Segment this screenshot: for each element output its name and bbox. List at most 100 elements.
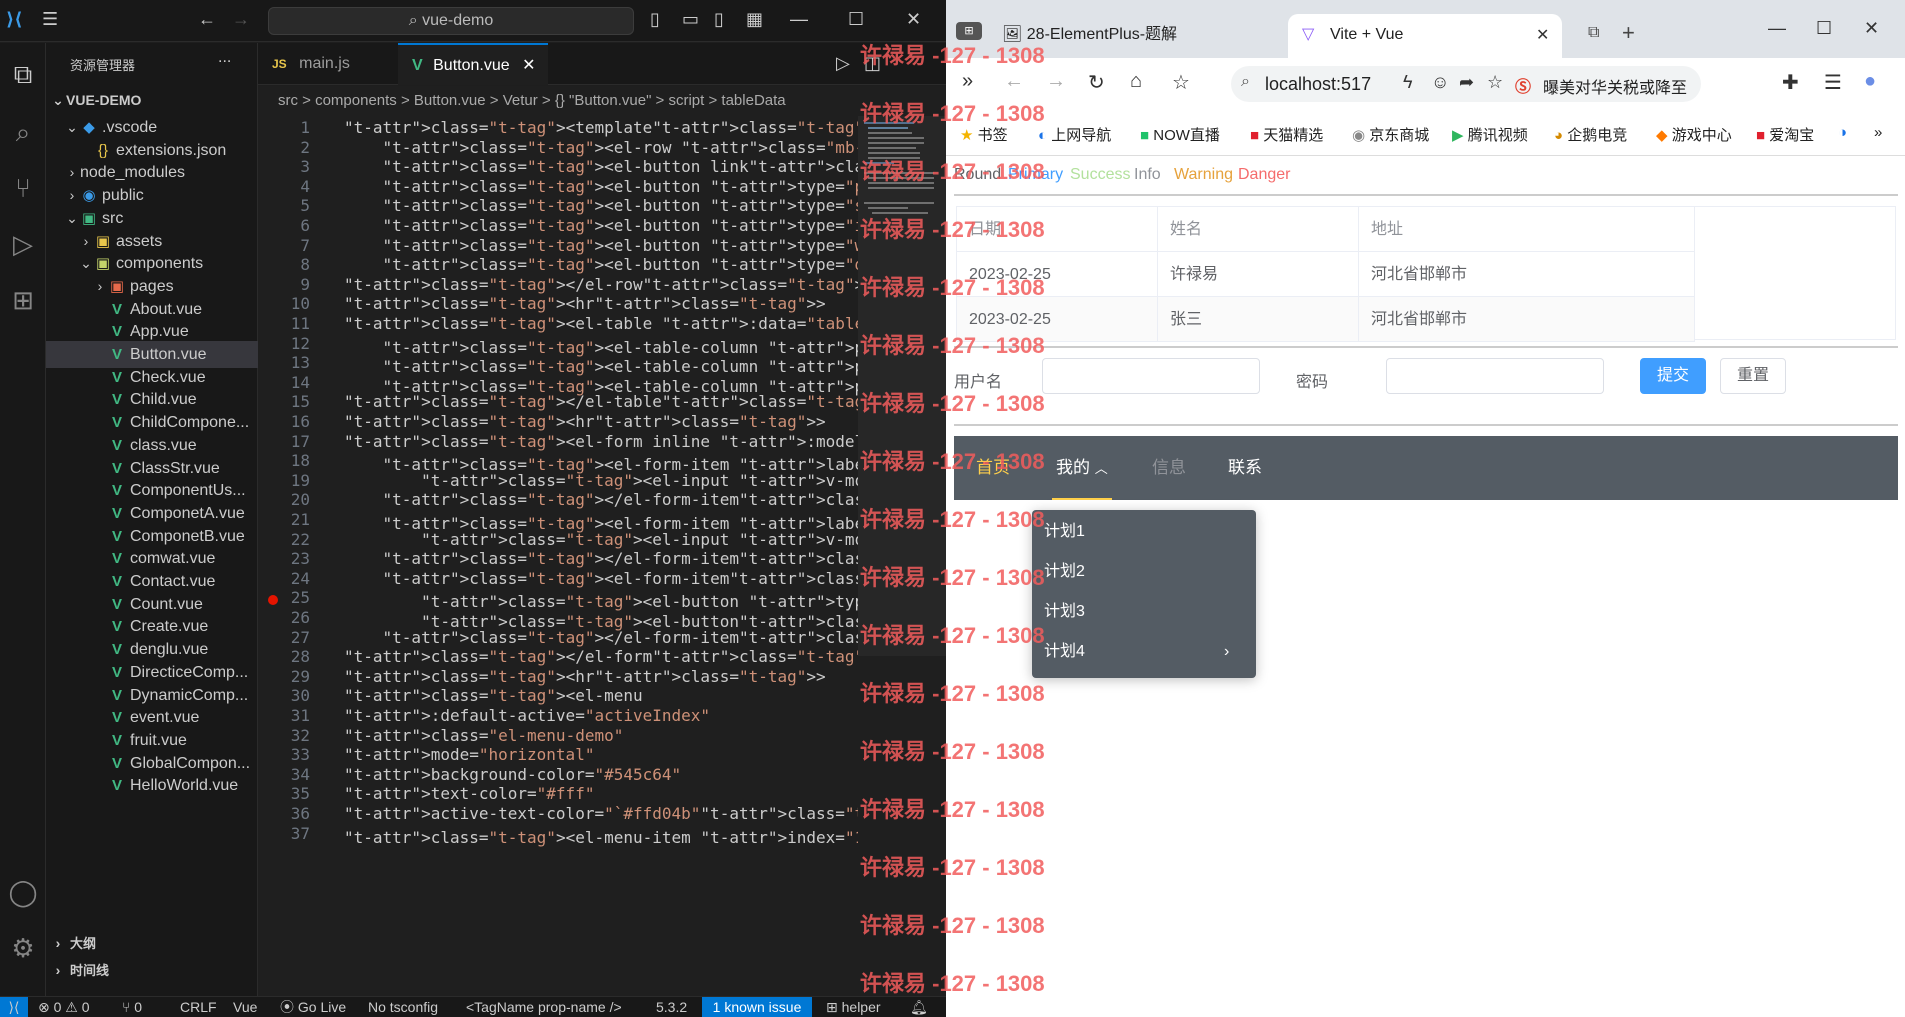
more-actions-icon[interactable]: ... xyxy=(218,49,231,67)
code-line[interactable]: "t-attr">class="t-tag"><el-button link"t… xyxy=(344,157,946,176)
layout-icon[interactable]: ▦ xyxy=(746,9,763,30)
share-icon[interactable]: ➦ xyxy=(1459,72,1474,93)
code-line[interactable]: "t-attr">class="t-tag"><el-button "t-att… xyxy=(344,177,946,196)
tab-groups-icon[interactable]: ⧉ xyxy=(1588,24,1599,42)
close-tab-icon[interactable]: ✕ xyxy=(1536,25,1549,45)
code-line[interactable]: "t-attr">class="t-tag"></el-table"t-attr… xyxy=(344,392,893,411)
search-engine-icon[interactable]: Ⓢ xyxy=(1515,73,1531,97)
source-control-icon[interactable]: ⑂ xyxy=(6,171,40,205)
bookmark-item[interactable]: ◕ 企鹅电竞 xyxy=(1554,124,1627,145)
code-line[interactable]: "t-attr">class="t-tag"></el-form-item"t-… xyxy=(344,490,946,509)
run-debug-icon[interactable]: ▷ xyxy=(6,227,40,261)
code-line[interactable]: "t-attr">class="t-tag"><hr"t-attr">class… xyxy=(344,412,826,431)
back-icon[interactable]: ← xyxy=(1004,70,1024,93)
more-bookmark-icon[interactable]: ◑ xyxy=(1838,124,1847,141)
bookmark-item[interactable]: ◆ 游戏中心 xyxy=(1656,124,1732,145)
bookmark-item[interactable]: ■ 天猫精选 xyxy=(1250,124,1323,145)
news-ticker[interactable]: 曝美对华关税或降至 xyxy=(1543,74,1693,98)
code-line[interactable]: "t-attr">class="t-tag"><el-button "t-att… xyxy=(344,216,946,235)
submit-button[interactable]: 提交 xyxy=(1640,358,1706,394)
root-folder[interactable]: ⌄ VUE-DEMO xyxy=(46,87,258,114)
code-line[interactable]: "t-attr">class="t-tag"><el-input "t-attr… xyxy=(344,530,946,549)
extension-icon[interactable]: ☺ xyxy=(1431,72,1449,93)
expand-icon[interactable]: » xyxy=(962,70,973,93)
new-tab-icon[interactable]: + xyxy=(1622,20,1635,46)
language-indicator[interactable]: Vue xyxy=(233,997,257,1017)
lightning-icon[interactable]: ϟ xyxy=(1403,72,1413,93)
tab-button-vue[interactable]: V Button.vue ✕ xyxy=(398,43,548,85)
close-icon[interactable]: ✕ xyxy=(906,9,921,30)
minimize-icon[interactable]: — xyxy=(790,9,808,30)
tagname-indicator[interactable]: <TagName prop-name /> xyxy=(466,997,622,1017)
toggle-secondary-sidebar-icon[interactable]: ▯ xyxy=(714,9,724,30)
code-line[interactable]: "t-attr">class="t-tag"><el-button "t-att… xyxy=(344,236,946,255)
code-line[interactable]: "t-attr">class="t-tag"><hr"t-attr">class… xyxy=(344,667,826,686)
toggle-sidebar-icon[interactable]: ▯ xyxy=(650,9,660,30)
outline-section[interactable]: › 大纲 xyxy=(46,930,258,957)
submenu-item[interactable]: 计划1 xyxy=(1032,512,1256,552)
forward-icon[interactable]: → xyxy=(1046,70,1066,93)
code-line[interactable]: "t-attr">class="t-tag"><el-input "t-attr… xyxy=(344,471,946,490)
run-icon[interactable]: ▷ xyxy=(836,53,850,74)
menu-item-info[interactable]: 信息 xyxy=(1152,436,1186,500)
favorite-icon[interactable]: ☆ xyxy=(1487,72,1503,93)
reload-icon[interactable]: ↻ xyxy=(1088,70,1105,95)
bookmark-item[interactable]: ▶ 腾讯视频 xyxy=(1452,124,1528,145)
forward-icon[interactable]: → xyxy=(232,9,250,30)
ports-indicator[interactable]: ⑂ 0 xyxy=(122,997,142,1017)
extensions-puzzle-icon[interactable]: ✚ xyxy=(1782,70,1799,95)
bookmark-item[interactable]: ◉ 京东商城 xyxy=(1352,124,1429,145)
tsconfig-indicator[interactable]: No tsconfig xyxy=(368,997,438,1017)
settings-gear-icon[interactable]: ⚙ xyxy=(6,931,40,965)
reset-button[interactable]: 重置 xyxy=(1720,358,1786,394)
code-line[interactable]: "t-attr">class="t-tag"><el-button "t-att… xyxy=(344,255,946,274)
code-line[interactable]: "t-attr">background-color="#545c64" xyxy=(344,765,681,784)
eol-indicator[interactable]: CRLF xyxy=(180,997,217,1017)
close-tab-icon[interactable]: ✕ xyxy=(522,57,535,74)
more-bookmarks-icon[interactable]: » xyxy=(1874,124,1882,141)
code-line[interactable]: "t-attr">text-color="#fff" xyxy=(344,784,594,803)
home-icon[interactable]: ⌂ xyxy=(1130,70,1142,93)
bookmark-item[interactable]: ◐ 上网导航 xyxy=(1038,124,1111,145)
explorer-icon[interactable]: ⧉ xyxy=(6,57,40,91)
problems-indicator[interactable]: ⊗ 0 ⚠ 0 xyxy=(38,997,90,1017)
submenu-item[interactable]: 计划2 xyxy=(1032,552,1256,592)
menu-icon[interactable]: ☰ xyxy=(1824,70,1842,95)
timeline-section[interactable]: › 时间线 xyxy=(46,957,258,984)
search-icon[interactable]: ⌕ xyxy=(6,115,40,149)
submenu-item[interactable]: 计划3 xyxy=(1032,592,1256,632)
code-line[interactable]: "t-attr">class="t-tag"><el-menu-item "t-… xyxy=(344,824,946,848)
known-issue-indicator[interactable]: 1 known issue xyxy=(702,997,812,1017)
address-bar[interactable]: ⌕ localhost:517 ϟ ☺ ➦ ☆ Ⓢ 曝美对华关税或降至 xyxy=(1231,66,1701,102)
username-input[interactable] xyxy=(1042,358,1260,394)
code-line[interactable]: "t-attr">:default-active="activeIndex" xyxy=(344,706,710,725)
bookmark-item[interactable]: ■ 爱淘宝 xyxy=(1756,124,1814,145)
code-line[interactable]: "t-attr">class="t-tag"><el-form inline "… xyxy=(344,432,946,451)
tree-item[interactable]: V HelloWorld.vue xyxy=(46,772,258,799)
link-button-danger[interactable]: Danger xyxy=(1238,166,1290,184)
code-line[interactable]: "t-attr">class="t-tag"><template"t-attr"… xyxy=(344,118,883,137)
code-editor[interactable]: 1 "t-attr">class="t-tag"><template"t-attr… xyxy=(258,116,946,996)
code-line[interactable]: "t-attr">class="t-tag"><el-table "t-attr… xyxy=(344,314,946,333)
version-indicator[interactable]: 5.3.2 xyxy=(656,997,687,1017)
menu-item-contact[interactable]: 联系 xyxy=(1228,436,1262,500)
maximize-icon[interactable]: ☐ xyxy=(1816,18,1832,39)
breakpoint-icon[interactable] xyxy=(268,595,278,605)
minimize-icon[interactable]: — xyxy=(1768,18,1786,39)
code-line[interactable]: "t-attr">class="t-tag"><hr"t-attr">class… xyxy=(344,294,826,313)
submenu-item[interactable]: 计划4 › xyxy=(1032,632,1256,672)
maximize-icon[interactable]: ☐ xyxy=(848,9,864,30)
remote-icon[interactable]: ⟩⟨ xyxy=(0,997,28,1017)
tab-main-js[interactable]: JS main.js xyxy=(258,43,398,85)
command-center-search[interactable]: ⌕ vue-demo xyxy=(268,7,634,35)
code-line[interactable]: "t-attr">class="t-tag"></el-form-item"t-… xyxy=(344,628,946,647)
toggle-panel-icon[interactable]: ▭ xyxy=(682,9,699,30)
account-icon[interactable]: ◯ xyxy=(6,875,40,909)
password-input[interactable] xyxy=(1386,358,1604,394)
extensions-icon[interactable]: ⊞ xyxy=(6,283,40,317)
close-window-icon[interactable]: ✕ xyxy=(1864,18,1879,39)
menu-icon[interactable]: ☰ xyxy=(42,9,58,30)
notifications-bell-icon[interactable]: 🔔︎ xyxy=(910,997,928,1017)
link-button-warning[interactable]: Warning xyxy=(1174,166,1233,184)
back-icon[interactable]: ← xyxy=(198,9,216,30)
